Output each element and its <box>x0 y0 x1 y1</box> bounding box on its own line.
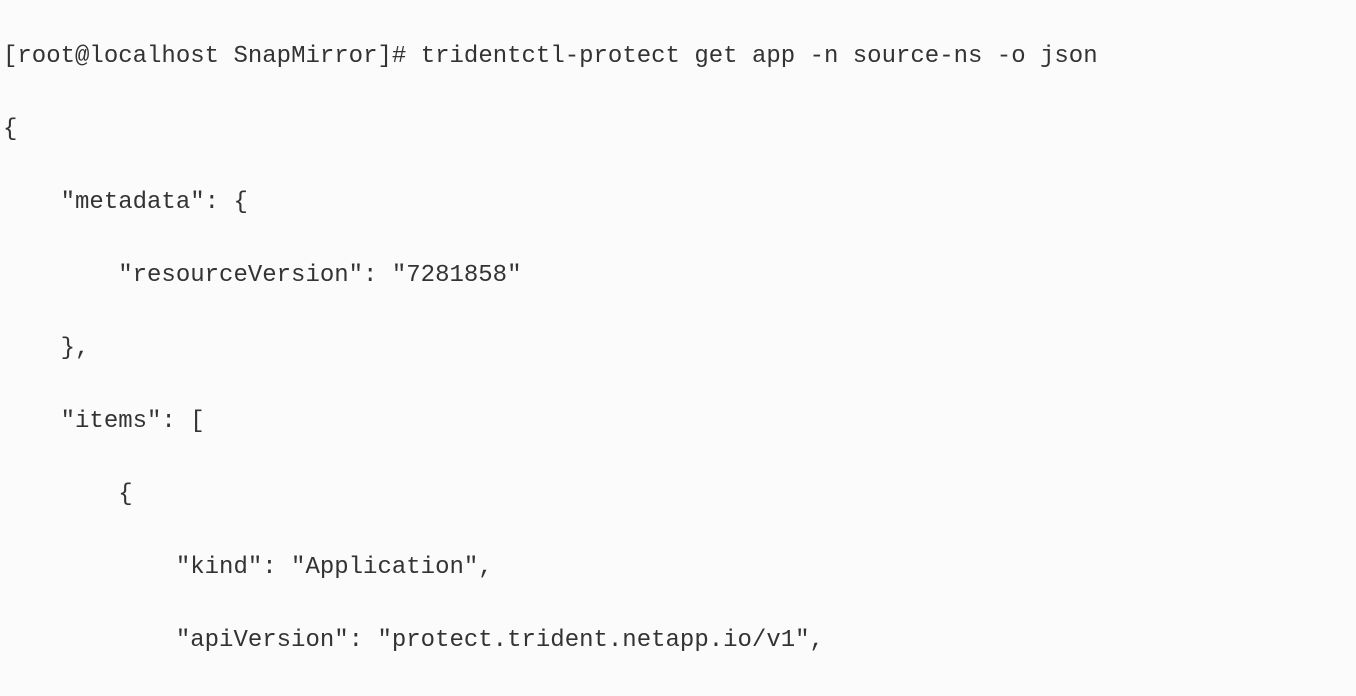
json-line: { <box>3 477 1353 513</box>
command-line: [root@localhost SnapMirror]# tridentctl-… <box>3 39 1353 75</box>
json-line: }, <box>3 331 1353 367</box>
prompt-close-bracket: ] <box>377 43 391 70</box>
json-line: "kind": "Application", <box>3 550 1353 586</box>
json-line: { <box>3 112 1353 148</box>
prompt-open-bracket: [ <box>3 43 17 70</box>
terminal-output: [root@localhost SnapMirror]# tridentctl-… <box>0 0 1356 696</box>
json-line: "metadata": { <box>3 185 1353 221</box>
prompt-hash: # <box>392 43 406 70</box>
prompt-user-host: root@localhost <box>17 43 219 70</box>
json-line: "items": [ <box>3 404 1353 440</box>
prompt-dir: SnapMirror <box>233 43 377 70</box>
json-line: "resourceVersion": "7281858" <box>3 258 1353 294</box>
json-line: "apiVersion": "protect.trident.netapp.io… <box>3 623 1353 659</box>
command-text[interactable]: tridentctl-protect get app -n source-ns … <box>421 43 1098 70</box>
